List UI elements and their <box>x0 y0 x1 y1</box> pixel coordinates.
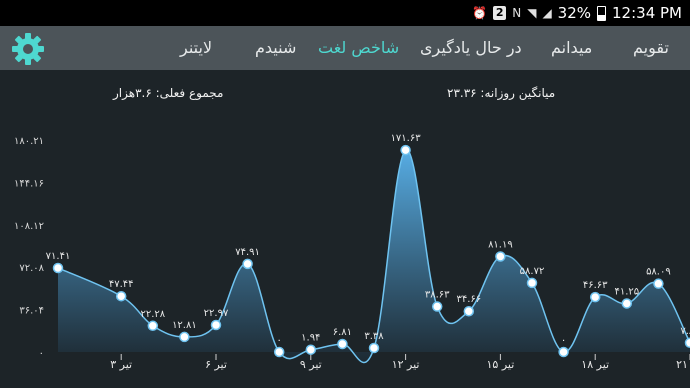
y-tick-label: ۰ <box>39 348 44 359</box>
data-point[interactable] <box>621 298 633 309</box>
y-tick-label: ۱۰۸.۱۲ <box>14 221 44 232</box>
data-label: ۵۸.۷۲ <box>520 266 545 277</box>
data-label: ۱.۹۴ <box>301 333 320 344</box>
tab-bar: لایتنر شنیدم شاخص لغت در حال یادگیری مید… <box>0 26 690 70</box>
x-tick-label: ۲۱ تیر <box>676 358 690 371</box>
daily-words-area-chart: ۰ ۳۶.۰۴ ۷۲.۰۸ ۱۰۸.۱۲ ۱۴۴.۱۶ ۱۸۰.۲۱ ۳ تیر ۶ تیر… <box>14 133 690 371</box>
data-point[interactable] <box>273 346 285 358</box>
data-point[interactable] <box>589 291 601 303</box>
data-point[interactable] <box>52 262 64 274</box>
y-tick-label: ۷۲.۰۸ <box>19 263 44 274</box>
data-point[interactable] <box>210 319 222 331</box>
status-bar: ⏰ 2 N ◥ ◢ 32% 12:34 PM <box>0 0 690 26</box>
data-point[interactable] <box>179 331 190 343</box>
data-label: ۳.۳۸ <box>364 331 384 342</box>
data-label: ۱۷۱.۶۳ <box>391 133 422 144</box>
data-label: ۴۷.۴۴ <box>109 279 134 290</box>
x-tick-label: ۶ تیر <box>205 358 227 371</box>
data-point[interactable] <box>463 305 475 317</box>
signal-icon: ◢ <box>542 6 552 20</box>
battery-percent: 32% <box>557 4 592 22</box>
data-label: ۲۲.۲۸ <box>140 309 165 320</box>
data-label: ۴۶.۶۳ <box>583 280 608 291</box>
data-label: ۷۴.۹۱ <box>235 247 260 258</box>
data-label: ۷.۸۱ <box>680 326 690 337</box>
notification-badge-icon: 2 <box>493 6 507 20</box>
tab-calendar[interactable]: تقویم <box>633 26 669 70</box>
clock: 12:34 PM <box>612 4 682 22</box>
y-axis: ۰ ۳۶.۰۴ ۷۲.۰۸ ۱۰۸.۱۲ ۱۴۴.۱۶ ۱۸۰.۲۱ <box>14 136 45 359</box>
data-point[interactable] <box>653 278 664 289</box>
data-point[interactable] <box>400 144 411 156</box>
data-label: ۸۱.۱۹ <box>488 239 513 250</box>
data-label: ۲۲.۹۷ <box>204 308 229 319</box>
data-point[interactable] <box>431 301 443 312</box>
data-label: ۶.۸۱ <box>333 327 352 338</box>
data-point[interactable] <box>147 320 159 332</box>
data-label: ۰ <box>277 335 282 346</box>
data-point[interactable] <box>495 251 506 262</box>
data-point[interactable] <box>337 338 348 350</box>
data-label: ۴۱.۲۵ <box>614 286 639 297</box>
x-tick-label: ۹ تیر <box>300 358 322 371</box>
data-label: ۷۱.۴۱ <box>46 251 71 262</box>
data-label: ۵۸.۰۹ <box>646 267 671 278</box>
y-tick-label: ۱۴۴.۱۶ <box>14 178 44 189</box>
data-label: ۱۲.۸۱ <box>172 320 197 331</box>
data-point[interactable] <box>115 290 127 302</box>
nfc-icon: N <box>512 6 522 20</box>
y-tick-label: ۱۸۰.۲۱ <box>14 136 44 147</box>
data-label: ۳۴.۶۶ <box>456 294 481 305</box>
data-label: ۳۸.۶۳ <box>425 290 450 301</box>
data-label: ۰ <box>561 335 566 346</box>
data-point[interactable] <box>305 344 317 355</box>
tab-word-index[interactable]: شاخص لغت <box>318 26 399 70</box>
x-axis: ۳ تیر ۶ تیر ۹ تیر ۱۲ تیر ۱۵ تیر ۱۸ تیر ۲۱ تیر <box>110 354 690 371</box>
y-tick-label: ۳۶.۰۴ <box>19 306 44 317</box>
data-point[interactable] <box>242 258 253 270</box>
x-tick-label: ۱۸ تیر <box>581 358 609 371</box>
x-tick-label: ۱۵ تیر <box>487 358 515 371</box>
data-point[interactable] <box>526 277 538 289</box>
x-tick-label: ۳ تیر <box>110 358 132 371</box>
wifi-icon: ◥ <box>527 6 537 20</box>
tab-learning[interactable]: در حال یادگیری <box>420 26 522 70</box>
tab-known[interactable]: میدانم <box>551 26 592 70</box>
battery-icon <box>597 5 607 21</box>
x-tick-label: ۱۲ تیر <box>392 358 420 371</box>
alarm-icon: ⏰ <box>472 6 488 20</box>
data-point[interactable] <box>558 346 569 358</box>
tab-leitner[interactable]: لایتنر <box>180 26 212 70</box>
gear-icon[interactable] <box>10 31 46 67</box>
data-point[interactable] <box>368 342 380 354</box>
data-point[interactable] <box>684 337 690 349</box>
tab-heard[interactable]: شنیدم <box>255 26 296 70</box>
